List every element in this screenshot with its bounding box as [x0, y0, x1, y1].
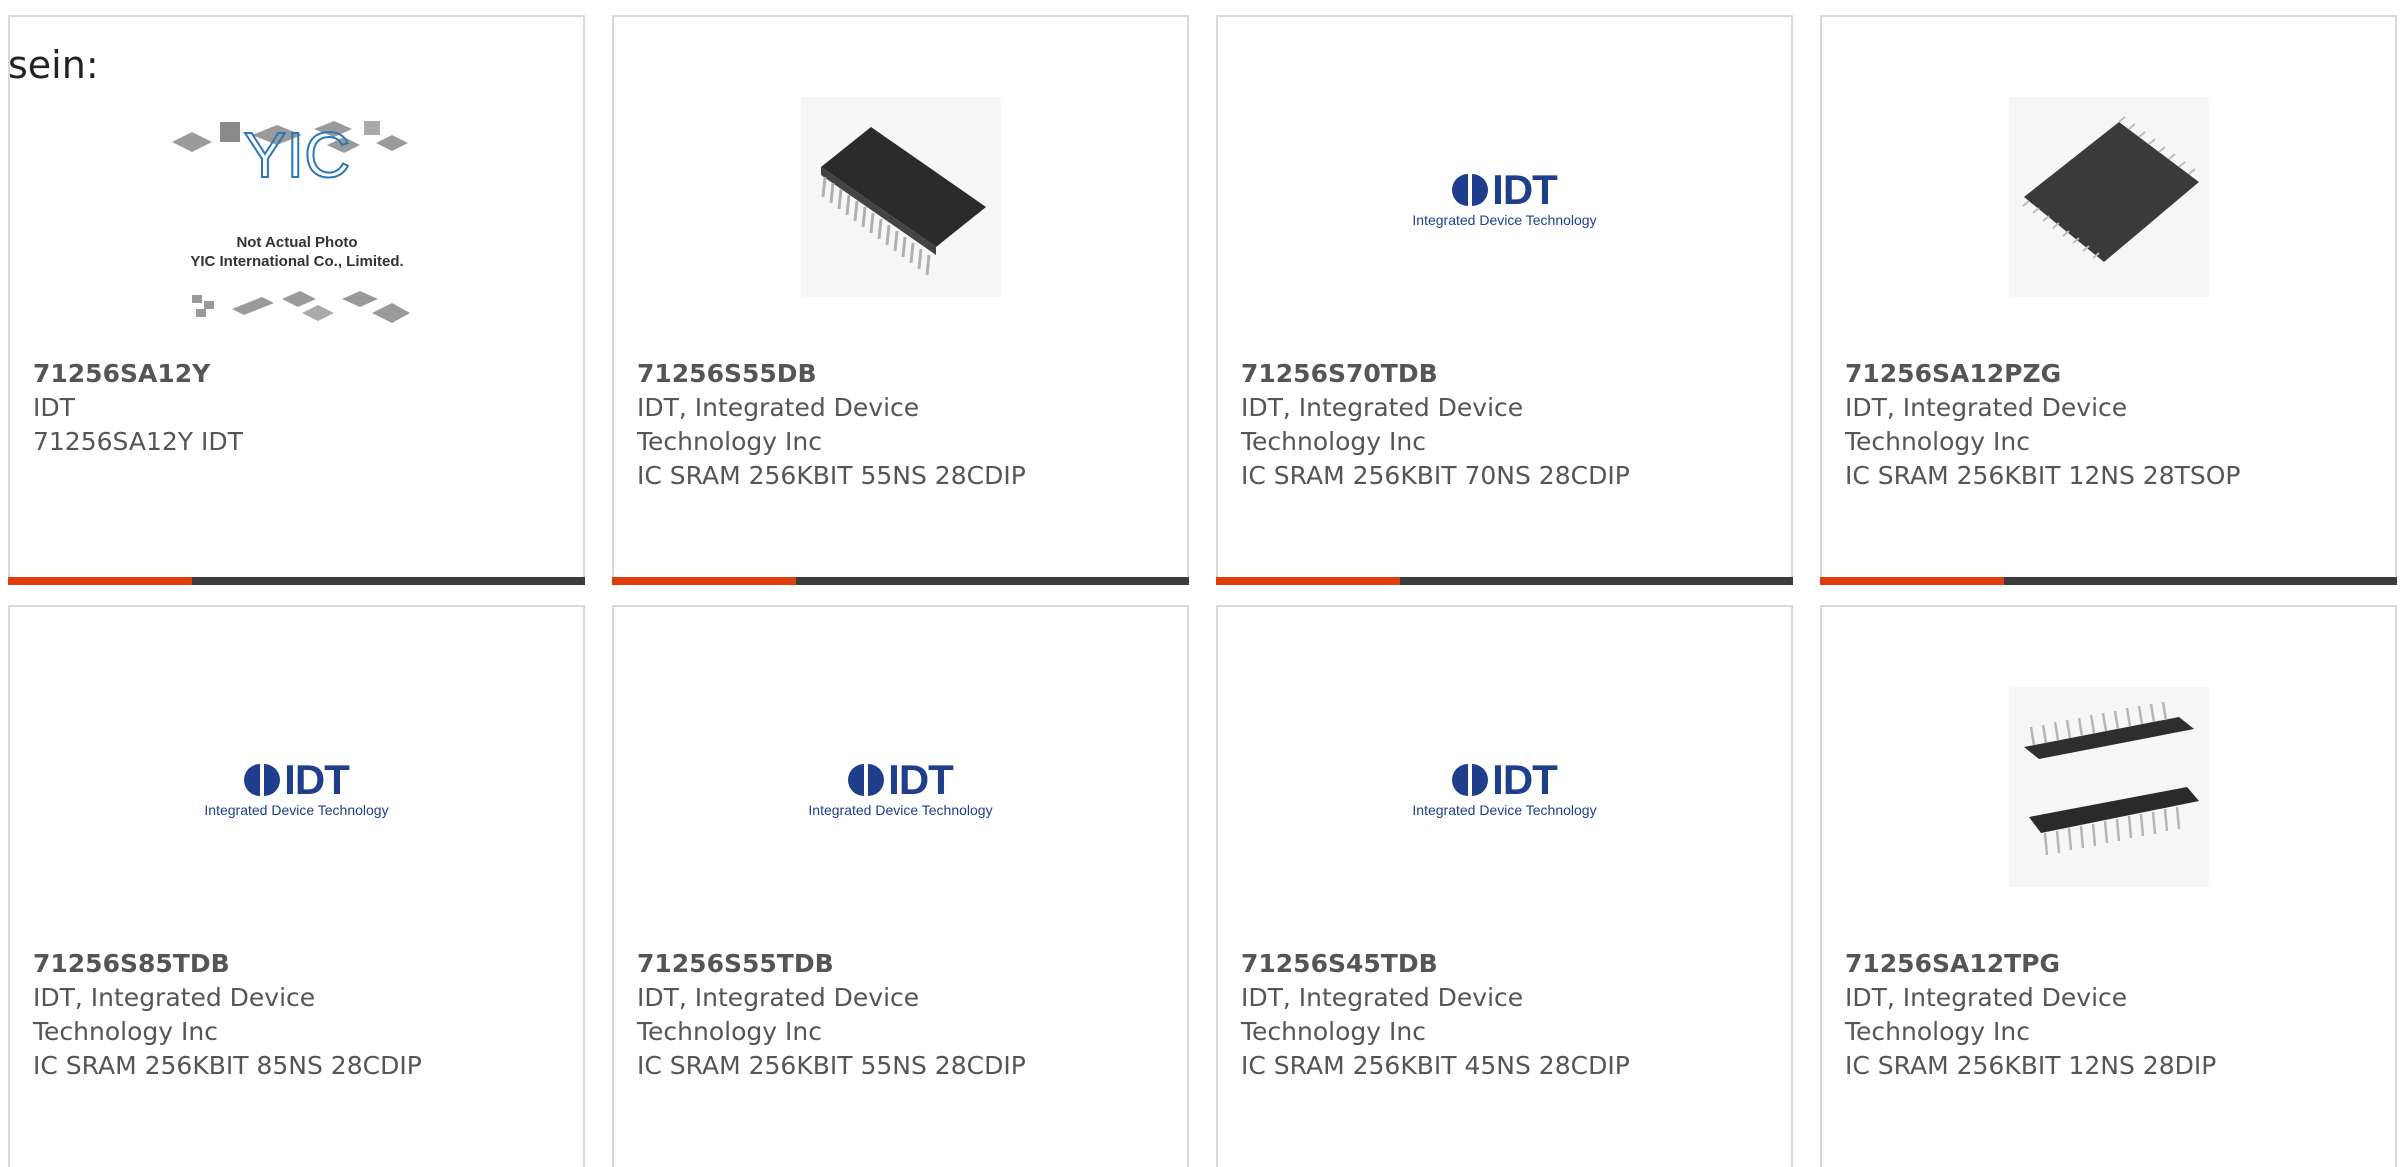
manufacturer: IDT, Integrated Device	[637, 393, 920, 422]
product-info: 71256S55TDB IDT, Integrated Device Techn…	[637, 947, 1097, 1083]
idt-logo-word: IDT	[1492, 166, 1558, 213]
manufacturer: IDT, Integrated Device	[1241, 983, 1524, 1012]
card-bottom-bar	[8, 577, 585, 585]
intro-text: sein:	[8, 43, 99, 87]
manufacturer-cont: Technology Inc	[1241, 1017, 1426, 1046]
manufacturer-cont: Technology Inc	[1845, 1017, 2030, 1046]
card-accent-bar	[8, 577, 192, 585]
product-card[interactable]: 71256S55DB IDT, Integrated Device Techno…	[612, 15, 1189, 585]
idt-logo: IDT Integrated Device Technology	[1412, 756, 1596, 818]
product-image[interactable]: IDT Integrated Device Technology	[1218, 72, 1791, 322]
card-accent-bar	[1820, 577, 2004, 585]
manufacturer-cont: Technology Inc	[637, 427, 822, 456]
product-image[interactable]: IDT Integrated Device Technology	[10, 662, 583, 912]
idt-mark-icon	[848, 764, 885, 796]
dip-chip-image	[2008, 687, 2209, 887]
part-number-link[interactable]: 71256S55TDB	[637, 947, 1097, 981]
product-info: 71256S70TDB IDT, Integrated Device Techn…	[1241, 357, 1701, 493]
manufacturer: IDT, Integrated Device	[1845, 983, 2128, 1012]
description: IC SRAM 256KBIT 45NS 28CDIP	[1241, 1051, 1630, 1080]
idt-logo: IDT Integrated Device Technology	[204, 756, 388, 818]
product-card[interactable]: IDT Integrated Device Technology 71256S4…	[1216, 605, 1793, 1167]
product-card[interactable]: IDT Integrated Device Technology 71256S7…	[1216, 15, 1793, 585]
idt-logo-word: IDT	[888, 756, 954, 803]
description: IC SRAM 256KBIT 85NS 28CDIP	[33, 1051, 422, 1080]
product-image[interactable]	[614, 72, 1187, 322]
product-card[interactable]: 71256SA12TPG IDT, Integrated Device Tech…	[1820, 605, 2397, 1167]
yic-placeholder-image: YIC Not Actual Photo YIC International C…	[171, 118, 410, 323]
idt-mark-icon	[244, 764, 281, 796]
part-number-link[interactable]: 71256SA12PZG	[1845, 357, 2305, 391]
manufacturer: IDT, Integrated Device	[637, 983, 920, 1012]
idt-logo-word: IDT	[1492, 756, 1558, 803]
idt-logo: IDT Integrated Device Technology	[808, 756, 992, 818]
page: YIC Not Actual Photo YIC International C…	[0, 0, 2400, 1167]
description: 71256SA12Y IDT	[33, 427, 243, 456]
yic-brand-text: YIC	[243, 119, 350, 191]
product-info: 71256S55DB IDT, Integrated Device Techno…	[637, 357, 1097, 493]
card-accent-bar	[1216, 577, 1400, 585]
cdip-chip-image	[800, 97, 1001, 297]
idt-mark-icon	[1452, 764, 1489, 796]
product-grid: YIC Not Actual Photo YIC International C…	[0, 0, 2400, 1167]
idt-mark-icon	[1452, 174, 1489, 206]
product-info: 71256SA12PZG IDT, Integrated Device Tech…	[1845, 357, 2305, 493]
product-image[interactable]	[1822, 72, 2395, 322]
card-bottom-bar	[612, 577, 1189, 585]
svg-text:YIC International Co., Limited: YIC International Co., Limited.	[190, 253, 403, 270]
idt-logo-sub: Integrated Device Technology	[1412, 802, 1597, 818]
product-image[interactable]: IDT Integrated Device Technology	[614, 662, 1187, 912]
product-image[interactable]: IDT Integrated Device Technology	[1218, 662, 1791, 912]
idt-logo-sub: Integrated Device Technology	[1412, 212, 1597, 228]
description: IC SRAM 256KBIT 12NS 28DIP	[1845, 1051, 2217, 1080]
product-card[interactable]: IDT Integrated Device Technology 71256S8…	[8, 605, 585, 1167]
tsop-chip-image	[2008, 97, 2209, 297]
part-number-link[interactable]: 71256S45TDB	[1241, 947, 1701, 981]
description: IC SRAM 256KBIT 12NS 28TSOP	[1845, 461, 2241, 490]
idt-logo-word: IDT	[284, 756, 350, 803]
description: IC SRAM 256KBIT 55NS 28CDIP	[637, 1051, 1026, 1080]
product-info: 71256S85TDB IDT, Integrated Device Techn…	[33, 947, 493, 1083]
manufacturer: IDT, Integrated Device	[1241, 393, 1524, 422]
product-image[interactable]	[1822, 662, 2395, 912]
card-bottom-bar	[1216, 577, 1793, 585]
part-number-link[interactable]: 71256S85TDB	[33, 947, 493, 981]
manufacturer-cont: Technology Inc	[33, 1017, 218, 1046]
product-card[interactable]: IDT Integrated Device Technology 71256S5…	[612, 605, 1189, 1167]
product-info: 71256S45TDB IDT, Integrated Device Techn…	[1241, 947, 1701, 1083]
card-bottom-bar	[1820, 577, 2397, 585]
manufacturer-cont: Technology Inc	[1845, 427, 2030, 456]
card-accent-bar	[612, 577, 796, 585]
idt-logo-sub: Integrated Device Technology	[204, 802, 389, 818]
idt-logo: IDT Integrated Device Technology	[1412, 166, 1596, 228]
manufacturer: IDT	[33, 393, 75, 422]
manufacturer-cont: Technology Inc	[1241, 427, 1426, 456]
product-image[interactable]: YIC Not Actual Photo YIC International C…	[10, 107, 583, 367]
part-number-link[interactable]: 71256S70TDB	[1241, 357, 1701, 391]
part-number-link[interactable]: 71256S55DB	[637, 357, 1097, 391]
product-info: 71256SA12TPG IDT, Integrated Device Tech…	[1845, 947, 2305, 1083]
idt-logo-sub: Integrated Device Technology	[808, 802, 993, 818]
description: IC SRAM 256KBIT 55NS 28CDIP	[637, 461, 1026, 490]
product-card[interactable]: 71256SA12PZG IDT, Integrated Device Tech…	[1820, 15, 2397, 585]
part-number-link[interactable]: 71256SA12TPG	[1845, 947, 2305, 981]
product-card[interactable]: YIC Not Actual Photo YIC International C…	[8, 15, 585, 585]
manufacturer: IDT, Integrated Device	[1845, 393, 2128, 422]
description: IC SRAM 256KBIT 70NS 28CDIP	[1241, 461, 1630, 490]
part-number-link[interactable]: 71256SA12Y	[33, 357, 493, 391]
product-info: 71256SA12Y IDT 71256SA12Y IDT	[33, 357, 493, 459]
manufacturer-cont: Technology Inc	[637, 1017, 822, 1046]
manufacturer: IDT, Integrated Device	[33, 983, 316, 1012]
svg-text:Not Actual Photo: Not Actual Photo	[236, 234, 357, 251]
